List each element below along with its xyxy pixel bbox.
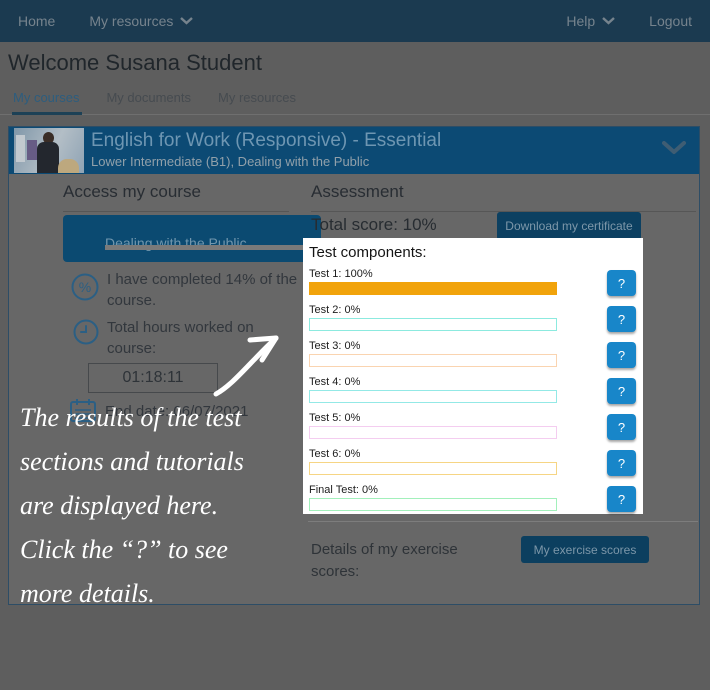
test-row: Test 4: 0% ? [309, 376, 639, 404]
help-question-button[interactable]: ? [607, 342, 636, 368]
course-thumbnail [14, 128, 84, 173]
access-course-heading: Access my course [63, 182, 289, 212]
svg-text:%: % [79, 279, 91, 295]
help-question-button[interactable]: ? [607, 486, 636, 512]
test-label: Test 5: 0% [309, 412, 639, 424]
download-certificate-button[interactable]: Download my certificate [497, 212, 641, 240]
test-row: Test 6: 0% ? [309, 448, 639, 476]
annotation-line: Click the “?” to see [20, 528, 244, 572]
tab-bar: My courses My documents My resources [13, 90, 296, 105]
course-header[interactable]: English for Work (Responsive) - Essentia… [9, 127, 699, 174]
nav-help[interactable]: Help [566, 13, 615, 29]
course-progress-track [105, 245, 307, 250]
test-row: Test 3: 0% ? [309, 340, 639, 368]
course-subtitle: Lower Intermediate (B1), Dealing with th… [91, 154, 369, 169]
thumbnail-shape [27, 140, 37, 160]
test-progress-bar [309, 282, 557, 295]
test-label: Test 6: 0% [309, 448, 639, 460]
tab-divider [0, 114, 710, 115]
nav-my-resources[interactable]: My resources [89, 13, 193, 29]
test-row: Test 2: 0% ? [309, 304, 639, 332]
thumbnail-shape [37, 142, 59, 173]
test-progress-bar [309, 498, 557, 511]
assessment-divider [308, 521, 698, 522]
test-components-popup: Test components: Test 1: 100% ? Test 2: … [303, 238, 643, 514]
percent-icon: % [71, 273, 99, 301]
navbar-left: Home My resources [18, 13, 193, 29]
nav-home-label: Home [18, 13, 55, 29]
test-label: Final Test: 0% [309, 484, 639, 496]
chevron-down-icon [180, 17, 193, 25]
active-tab-underline [12, 112, 82, 115]
exercise-scores-label: Details of my exercise scores: [311, 539, 471, 583]
clock-icon [73, 319, 99, 345]
assessment-heading: Assessment [311, 182, 696, 212]
chevron-down-icon[interactable] [662, 141, 686, 156]
annotation-arrow [198, 322, 298, 406]
total-score-text: Total score: 10% [311, 215, 437, 235]
test-progress-bar [309, 318, 557, 331]
thumbnail-shape [58, 159, 79, 173]
test-progress-bar [309, 426, 557, 439]
nav-my-resources-label: My resources [89, 13, 173, 29]
annotation-text: The results of the test sections and tut… [20, 396, 244, 616]
test-progress-bar [309, 354, 557, 367]
annotation-line: are displayed here. [20, 484, 244, 528]
top-navbar: Home My resources Help Logout [0, 0, 710, 42]
test-progress-bar [309, 390, 557, 403]
test-row: Final Test: 0% ? [309, 484, 639, 512]
completed-text: I have completed 14% of the course. [107, 269, 305, 312]
annotation-line: more details. [20, 572, 244, 616]
nav-help-label: Help [566, 13, 595, 29]
test-progress-fill [310, 283, 556, 294]
nav-logout[interactable]: Logout [649, 13, 692, 29]
navbar-right: Help Logout [566, 13, 692, 29]
test-components-title: Test components: [309, 244, 639, 261]
nav-home[interactable]: Home [18, 13, 55, 29]
annotation-line: sections and tutorials [20, 440, 244, 484]
page: Home My resources Help Logout Welcome Su… [0, 0, 710, 690]
help-question-button[interactable]: ? [607, 306, 636, 332]
page-title: Welcome Susana Student [8, 50, 262, 76]
tab-my-resources[interactable]: My resources [218, 90, 296, 105]
help-question-button[interactable]: ? [607, 270, 636, 296]
thumbnail-shape [16, 135, 25, 162]
test-label: Test 2: 0% [309, 304, 639, 316]
my-exercise-scores-button[interactable]: My exercise scores [521, 536, 649, 563]
help-question-button[interactable]: ? [607, 450, 636, 476]
test-row: Test 1: 100% ? [309, 268, 639, 296]
nav-logout-label: Logout [649, 13, 692, 29]
test-row: Test 5: 0% ? [309, 412, 639, 440]
test-label: Test 4: 0% [309, 376, 639, 388]
help-question-button[interactable]: ? [607, 414, 636, 440]
course-title: English for Work (Responsive) - Essentia… [91, 130, 441, 152]
course-unit-button[interactable]: Dealing with the Public [63, 215, 321, 262]
tab-my-courses[interactable]: My courses [13, 90, 79, 105]
test-progress-bar [309, 462, 557, 475]
test-label: Test 1: 100% [309, 268, 639, 280]
help-question-button[interactable]: ? [607, 378, 636, 404]
chevron-down-icon [602, 17, 615, 25]
test-label: Test 3: 0% [309, 340, 639, 352]
tab-my-documents[interactable]: My documents [106, 90, 191, 105]
